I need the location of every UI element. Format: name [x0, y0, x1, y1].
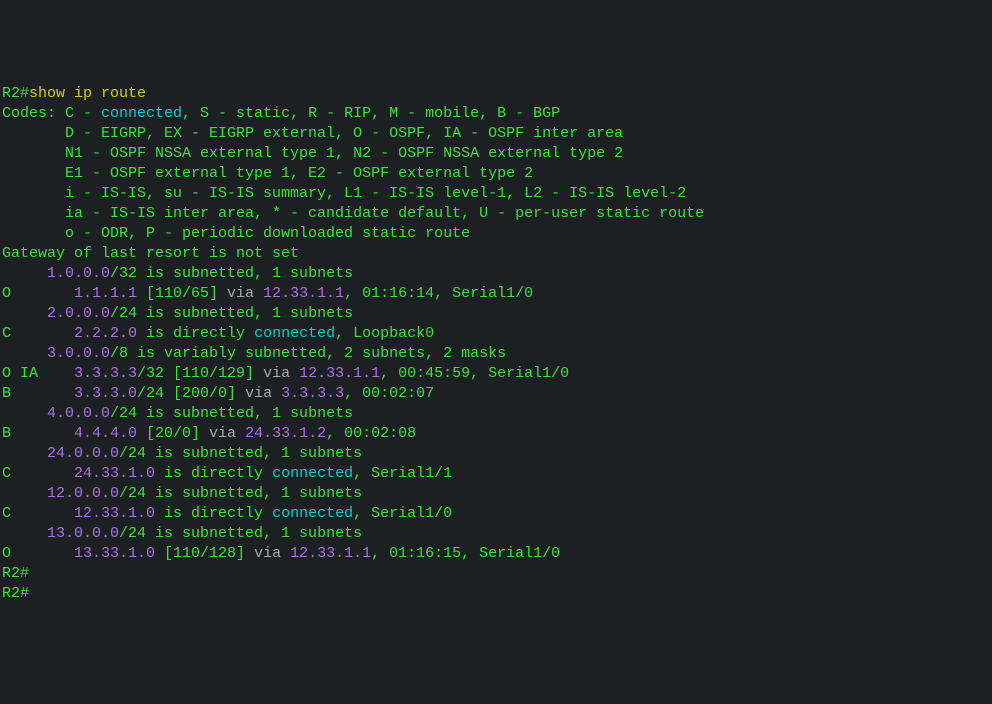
codes-line: i - IS-IS, su - IS-IS summary, L1 - IS-I… [2, 184, 990, 204]
route-line: 2.0.0.0/24 is subnetted, 1 subnets [2, 304, 990, 324]
route-line: O 13.33.1.0 [110/128] via 12.33.1.1, 01:… [2, 544, 990, 564]
codes-line: D - EIGRP, EX - EIGRP external, O - OSPF… [2, 124, 990, 144]
prompt-line[interactable]: R2# [2, 584, 990, 604]
route-line: 4.0.0.0/24 is subnetted, 1 subnets [2, 404, 990, 424]
route-line: O IA 3.3.3.3/32 [110/129] via 12.33.1.1,… [2, 364, 990, 384]
route-line: 1.0.0.0/32 is subnetted, 1 subnets [2, 264, 990, 284]
route-line: 3.0.0.0/8 is variably subnetted, 2 subne… [2, 344, 990, 364]
route-line: C 2.2.2.0 is directly connected, Loopbac… [2, 324, 990, 344]
command-text: show ip route [29, 85, 146, 102]
codes-line: Codes: C - connected, S - static, R - RI… [2, 104, 990, 124]
prompt-line[interactable]: R2# [2, 564, 990, 584]
codes-line: ia - IS-IS inter area, * - candidate def… [2, 204, 990, 224]
route-line: B 4.4.4.0 [20/0] via 24.33.1.2, 00:02:08 [2, 424, 990, 444]
route-line: C 12.33.1.0 is directly connected, Seria… [2, 504, 990, 524]
command-line: R2#show ip route [2, 84, 990, 104]
route-line: B 3.3.3.0/24 [200/0] via 3.3.3.3, 00:02:… [2, 384, 990, 404]
codes-line: N1 - OSPF NSSA external type 1, N2 - OSP… [2, 144, 990, 164]
codes-line: o - ODR, P - periodic downloaded static … [2, 224, 990, 244]
route-line: C 24.33.1.0 is directly connected, Seria… [2, 464, 990, 484]
route-line: 12.0.0.0/24 is subnetted, 1 subnets [2, 484, 990, 504]
codes-line: E1 - OSPF external type 1, E2 - OSPF ext… [2, 164, 990, 184]
gateway-line: Gateway of last resort is not set [2, 244, 990, 264]
route-line: 24.0.0.0/24 is subnetted, 1 subnets [2, 444, 990, 464]
prompt: R2# [2, 85, 29, 102]
route-line: O 1.1.1.1 [110/65] via 12.33.1.1, 01:16:… [2, 284, 990, 304]
terminal-output[interactable]: R2#show ip routeCodes: C - connected, S … [2, 84, 990, 604]
route-line: 13.0.0.0/24 is subnetted, 1 subnets [2, 524, 990, 544]
